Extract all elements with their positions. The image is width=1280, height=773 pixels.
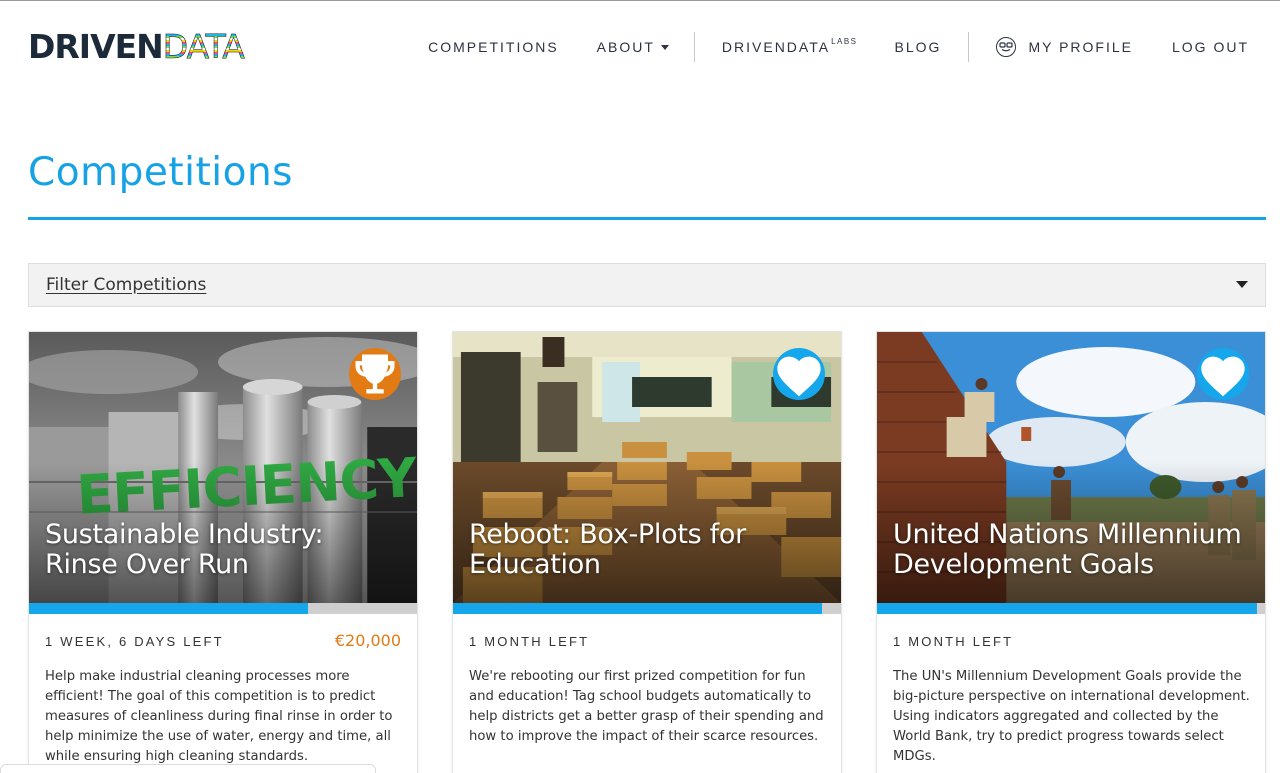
logo-text-data: DATA [162, 27, 245, 66]
bottom-overlay-bar [0, 764, 376, 773]
page-title: Competitions [28, 150, 293, 195]
nav-drivendata-labs[interactable]: DRIVENDATA LABS [721, 36, 858, 56]
drivendata-logo[interactable]: DRIVEN DATA [28, 27, 245, 66]
main-nav: COMPETITIONS ABOUT DRIVENDATA LABS BLOG M… [428, 30, 1280, 64]
chevron-down-icon [660, 44, 669, 50]
card-description: The UN's Millennium Development Goals pr… [893, 669, 1250, 764]
window-top-border [0, 0, 1280, 5]
competition-card-un-mdg[interactable]: United Nations Millennium Development Go… [876, 331, 1266, 773]
card-description: Help make industrial cleaning processes … [45, 669, 393, 764]
card-description: We're rebooting our first prized competi… [469, 669, 824, 744]
nav-labs-label: DRIVENDATA [721, 39, 831, 55]
card-title[interactable]: Sustainable Industry: Rinse Over Run [45, 520, 403, 580]
time-progress-bar [877, 603, 1265, 614]
trophy-icon [355, 354, 395, 394]
nav-divider [693, 32, 695, 62]
nav-log-out[interactable]: LOG OUT [1172, 39, 1249, 55]
nav-my-profile[interactable]: MY PROFILE [996, 37, 1133, 57]
filter-competitions-label[interactable]: Filter Competitions [46, 275, 206, 295]
nav-about-label: ABOUT [596, 39, 655, 55]
competition-hero-image: EFFICIENCY Sustainable Industry: Rinse O… [29, 332, 417, 603]
time-progress-fill [877, 603, 1258, 614]
time-progress-bar [453, 603, 841, 614]
nav-labs-superscript: LABS [831, 36, 858, 46]
time-left: 1 WEEK, 6 DAYS LEFT [45, 634, 224, 649]
time-left: 1 MONTH LEFT [893, 634, 1014, 649]
avatar-icon [996, 37, 1017, 57]
heart-icon [1201, 356, 1245, 397]
time-left: 1 MONTH LEFT [469, 634, 590, 649]
time-progress-fill [453, 603, 822, 614]
nav-log-out-label: LOG OUT [1171, 39, 1249, 55]
favorite-badge[interactable] [1197, 348, 1249, 400]
heart-icon [777, 356, 821, 397]
chevron-down-icon[interactable] [1236, 281, 1248, 288]
nav-competitions-label: COMPETITIONS [428, 39, 559, 55]
prize-badge [349, 348, 401, 400]
card-title[interactable]: United Nations Millennium Development Go… [893, 520, 1251, 580]
title-underline [28, 217, 1266, 220]
competition-hero-image: Reboot: Box-Plots for Education [453, 332, 841, 603]
nav-blog-label: BLOG [894, 39, 942, 55]
favorite-badge[interactable] [773, 348, 825, 400]
nav-divider [968, 32, 970, 62]
competition-card-box-plots[interactable]: Reboot: Box-Plots for Education 1 MONTH … [452, 331, 842, 773]
nav-competitions[interactable]: COMPETITIONS [428, 39, 559, 55]
time-progress-bar [29, 603, 417, 614]
time-progress-fill [29, 603, 309, 614]
competition-card-rinse-over-run[interactable]: EFFICIENCY Sustainable Industry: Rinse O… [28, 331, 418, 773]
nav-my-profile-label: MY PROFILE [1028, 39, 1133, 55]
nav-about[interactable]: ABOUT [597, 39, 669, 55]
competition-hero-image: United Nations Millennium Development Go… [877, 332, 1265, 603]
prize-amount: €20,000 [334, 631, 401, 650]
filter-competitions-toggle[interactable]: Filter Competitions [28, 263, 1266, 307]
logo-text-driven: DRIVEN [28, 27, 164, 66]
nav-blog[interactable]: BLOG [895, 39, 942, 55]
card-title[interactable]: Reboot: Box-Plots for Education [469, 520, 827, 580]
